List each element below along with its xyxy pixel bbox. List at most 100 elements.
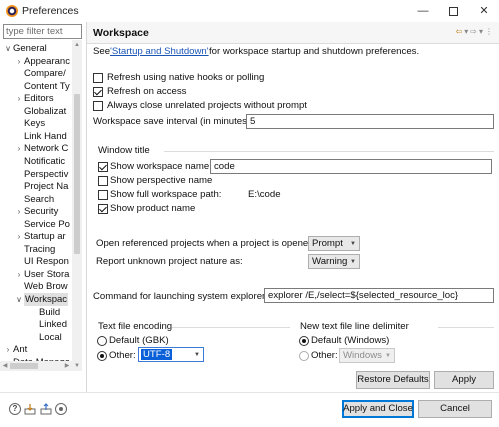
import-icon[interactable] bbox=[24, 403, 36, 415]
close-button[interactable]: ✕ bbox=[469, 1, 499, 21]
chevron-right-icon[interactable]: › bbox=[4, 343, 12, 356]
apply-button[interactable]: Apply bbox=[434, 371, 494, 389]
startup-shutdown-link[interactable]: 'Startup and Shutdown' bbox=[110, 46, 209, 58]
chevron-down-icon[interactable]: ∨ bbox=[4, 42, 12, 55]
tree-item[interactable]: Perspectiv bbox=[0, 168, 72, 181]
show-perspective-name-checkbox[interactable] bbox=[98, 176, 108, 186]
oomph-icon[interactable] bbox=[55, 403, 67, 415]
show-product-name-checkbox[interactable] bbox=[98, 204, 108, 214]
scroll-up-icon[interactable]: ▲ bbox=[72, 40, 82, 50]
tree-item[interactable]: Keys bbox=[0, 117, 72, 130]
filter-input[interactable]: type filter text bbox=[3, 24, 82, 39]
tree-item-label: Ant bbox=[13, 344, 28, 356]
unknown-nature-select[interactable]: Warning ▼ bbox=[308, 254, 360, 269]
tree-item-label: Keys bbox=[24, 118, 46, 130]
workspace-name-input[interactable]: code bbox=[210, 159, 492, 174]
delimiter-other-radio[interactable] bbox=[299, 351, 309, 361]
tree-item[interactable]: › Appearanc bbox=[0, 55, 72, 68]
tree-horizontal-scrollbar[interactable]: ◀ ▶ bbox=[0, 361, 72, 371]
maximize-button[interactable] bbox=[438, 1, 468, 21]
view-menu-icon[interactable]: ⋮ bbox=[485, 27, 495, 36]
back-icon[interactable]: ⇦ bbox=[456, 27, 465, 36]
encoding-other-radio[interactable] bbox=[97, 351, 107, 361]
tree-vertical-scrollbar[interactable]: ▲ ▼ bbox=[72, 40, 82, 371]
tree-item[interactable]: Linked bbox=[0, 318, 72, 331]
tree-item[interactable]: ∨ General bbox=[0, 42, 72, 55]
page-nav: ⇦▾⇨▾⋮ bbox=[456, 27, 495, 36]
apply-and-close-button[interactable]: Apply and Close bbox=[342, 400, 414, 418]
open-referenced-label: Open referenced projects when a project … bbox=[96, 238, 317, 249]
refresh-on-access-checkbox[interactable] bbox=[93, 87, 103, 97]
tree-item[interactable]: › Security bbox=[0, 205, 72, 218]
tree-item[interactable]: Search bbox=[0, 193, 72, 206]
chevron-right-icon[interactable]: › bbox=[15, 92, 23, 105]
tree-item-label: Link Hand bbox=[24, 130, 67, 142]
export-icon[interactable] bbox=[40, 403, 52, 415]
encoding-other-combo[interactable]: UTF-8 ▼ bbox=[138, 347, 204, 362]
scroll-down-icon[interactable]: ▼ bbox=[72, 361, 82, 371]
tree-item[interactable]: Project Na bbox=[0, 180, 72, 193]
show-perspective-name-label: Show perspective name bbox=[110, 175, 213, 186]
chevron-right-icon[interactable]: › bbox=[15, 55, 23, 68]
scroll-left-icon[interactable]: ◀ bbox=[0, 361, 10, 371]
chevron-right-icon[interactable]: › bbox=[15, 205, 23, 218]
scrollbar-thumb[interactable] bbox=[74, 94, 80, 254]
tree-item[interactable]: ∨ Workspac bbox=[0, 293, 72, 306]
tree-item[interactable]: Service Po bbox=[0, 218, 72, 231]
hscrollbar-thumb[interactable] bbox=[10, 363, 38, 369]
show-full-path-checkbox[interactable] bbox=[98, 190, 108, 200]
delimiter-group-line bbox=[438, 327, 494, 328]
tree-item[interactable]: Build bbox=[0, 306, 72, 319]
delimiter-other-select[interactable]: Windows ▼ bbox=[339, 348, 395, 363]
maximize-icon bbox=[448, 6, 458, 16]
scroll-right-icon[interactable]: ▶ bbox=[62, 361, 72, 371]
tree-item-label: Appearanc bbox=[24, 55, 70, 67]
close-unrelated-checkbox[interactable] bbox=[93, 101, 103, 111]
delimiter-default-radio[interactable] bbox=[299, 336, 309, 346]
explorer-command-label: Command for launching system explorer: bbox=[93, 291, 268, 302]
refresh-on-access-label: Refresh on access bbox=[107, 86, 187, 97]
chevron-down-icon[interactable]: ∨ bbox=[15, 293, 23, 306]
tree-item[interactable]: › Editors bbox=[0, 92, 72, 105]
tree-item[interactable]: Notificatic bbox=[0, 155, 72, 168]
tree-item-label: Perspectiv bbox=[24, 168, 69, 180]
tree-item-label: Notificatic bbox=[24, 155, 66, 167]
tree-item-label: Linked bbox=[39, 319, 67, 331]
tree-item[interactable]: UI Respon bbox=[0, 255, 72, 268]
encoding-default-label: Default (GBK) bbox=[109, 335, 169, 346]
tree-item[interactable]: Web Brow bbox=[0, 280, 72, 293]
show-workspace-name-checkbox[interactable] bbox=[98, 162, 108, 172]
tree-item[interactable]: Tracing bbox=[0, 243, 72, 256]
explorer-command-input[interactable]: explorer /E,/select=${selected_resource_… bbox=[264, 288, 494, 303]
tree-item[interactable]: › Startup ar bbox=[0, 230, 72, 243]
help-icon[interactable]: ? bbox=[9, 403, 21, 415]
save-interval-input[interactable]: 5 bbox=[246, 114, 494, 129]
restore-defaults-button[interactable]: Restore Defaults bbox=[356, 371, 430, 389]
open-referenced-select[interactable]: Prompt ▼ bbox=[308, 236, 360, 251]
tree-item[interactable]: Link Hand bbox=[0, 130, 72, 143]
tree-item[interactable]: Local bbox=[0, 331, 72, 344]
window-title-group-line bbox=[164, 151, 494, 152]
chevron-right-icon[interactable]: › bbox=[15, 230, 23, 243]
encoding-default-radio[interactable] bbox=[97, 336, 107, 346]
refresh-native-checkbox[interactable] bbox=[93, 73, 103, 83]
tree-item[interactable]: › Ant bbox=[0, 343, 72, 356]
close-unrelated-label: Always close unrelated projects without … bbox=[107, 100, 307, 111]
tree-item[interactable]: › User Stora bbox=[0, 268, 72, 281]
forward-icon[interactable]: ⇨ bbox=[470, 27, 479, 36]
chevron-right-icon[interactable]: › bbox=[15, 268, 23, 281]
chevron-right-icon[interactable]: › bbox=[15, 142, 23, 155]
tree-item[interactable]: Globalizat bbox=[0, 105, 72, 118]
delimiter-default-label: Default (Windows) bbox=[311, 335, 390, 346]
encoding-group-line bbox=[172, 327, 290, 328]
minimize-button[interactable]: — bbox=[408, 1, 438, 21]
tree-item[interactable]: Compare/ bbox=[0, 67, 72, 80]
tree-item-label: Service Po bbox=[24, 218, 70, 230]
cancel-button[interactable]: Cancel bbox=[418, 400, 492, 418]
tree-item[interactable]: › Network C bbox=[0, 142, 72, 155]
chevron-down-icon: ▼ bbox=[350, 259, 356, 265]
tree-item-label: Web Brow bbox=[24, 281, 68, 293]
preference-tree[interactable]: ∨ General › Appearanc Compare/Content Ty › Edi… bbox=[0, 40, 72, 361]
tree-item[interactable]: Content Ty bbox=[0, 80, 72, 93]
tree-sash[interactable] bbox=[86, 22, 87, 392]
